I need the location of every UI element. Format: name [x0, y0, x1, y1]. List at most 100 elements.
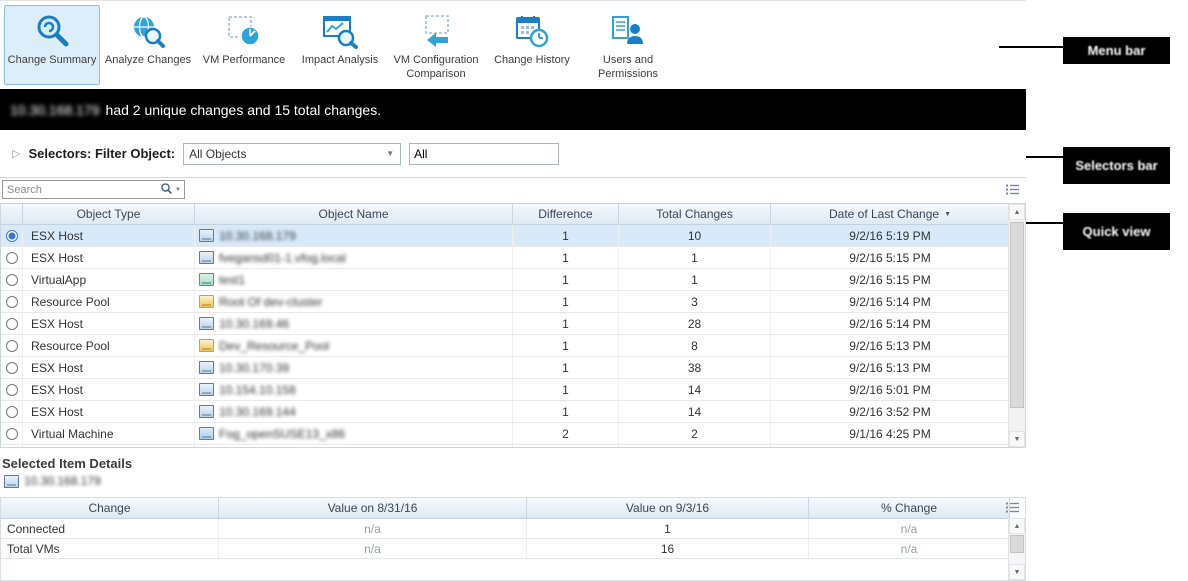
menu-item-change-history[interactable]: Change History	[484, 5, 580, 85]
scroll-up-icon[interactable]: ▲	[1009, 204, 1025, 220]
change-cell: Total VMs	[1, 539, 219, 558]
scroll-down-icon[interactable]: ▼	[1009, 431, 1025, 447]
scroll-up-icon[interactable]: ▲	[1009, 518, 1025, 534]
row-select-cell[interactable]	[1, 247, 23, 268]
difference-cell: 2	[513, 423, 619, 444]
object-name-cell: Fog_openSUSE13_x86	[195, 423, 513, 444]
row-select-cell[interactable]	[1, 225, 23, 246]
quick-view-header: Object Type Object Name Difference Total…	[1, 204, 1010, 225]
column-header-difference[interactable]: Difference	[513, 204, 619, 224]
date-cell: 9/2/16 5:15 PM	[771, 247, 1010, 268]
table-row[interactable]: Resource Pool Dev_Resource_Pool 1 8 9/2/…	[1, 335, 1010, 357]
scrollbar-thumb[interactable]	[1010, 222, 1024, 408]
object-icon	[199, 229, 214, 242]
scroll-down-icon[interactable]: ▼	[1009, 564, 1025, 580]
column-header-total-changes[interactable]: Total Changes	[619, 204, 771, 224]
difference-cell: 1	[513, 313, 619, 334]
details-row[interactable]: Connected n/a 1 n/a	[1, 519, 1010, 539]
difference-cell: 1	[513, 379, 619, 400]
object-name-cell: Dev_Resource_Pool	[195, 335, 513, 356]
search-box[interactable]: ▼	[2, 180, 185, 199]
object-icon	[199, 273, 214, 286]
row-select-radio[interactable]	[6, 318, 18, 330]
menu-item-vm-configuration-comparison[interactable]: VM Configuration Comparison	[388, 5, 484, 85]
date-cell: 9/1/16 3:05 PM	[771, 445, 1010, 448]
row-select-radio[interactable]	[6, 384, 18, 396]
column-header-value-2[interactable]: Value on 9/3/16	[527, 498, 809, 518]
object-type-cell: ESX Host	[23, 313, 195, 334]
table-row[interactable]: VirtualApp test1 1 1 9/2/16 5:15 PM	[1, 269, 1010, 291]
row-select-radio[interactable]	[6, 274, 18, 286]
details-item-name: 10.30.168.179	[24, 474, 101, 488]
column-header-object-type[interactable]: Object Type	[23, 204, 195, 224]
row-select-cell[interactable]	[1, 335, 23, 356]
expander-icon[interactable]: ▷	[12, 147, 20, 160]
column-header-object-name[interactable]: Object Name	[195, 204, 513, 224]
search-icon[interactable]	[160, 182, 173, 198]
table-row[interactable]: ESX Host 10.30.170.39 1 38 9/2/16 5:13 P…	[1, 357, 1010, 379]
row-select-cell[interactable]	[1, 357, 23, 378]
application-window: Change Summary Analyze Changes	[0, 0, 1188, 581]
difference-cell: 1	[513, 225, 619, 246]
callout-label: Quick view	[1083, 224, 1151, 239]
object-icon	[199, 427, 214, 440]
callout-line-menu-bar	[999, 46, 1063, 48]
table-row[interactable]: Resource Pool Root Of dev-cluster 1 3 9/…	[1, 291, 1010, 313]
impact-analysis-icon	[321, 9, 359, 53]
column-header-percent-change[interactable]: % Change	[809, 498, 1010, 518]
callout-label: Selectors bar	[1075, 158, 1157, 173]
object-type-cell: ESX Host	[23, 379, 195, 400]
column-header-change[interactable]: Change	[1, 498, 219, 518]
row-select-cell[interactable]	[1, 445, 23, 448]
table-row[interactable]: ESX Host 10.30.169.144 1 14 9/2/16 3:52 …	[1, 401, 1010, 423]
menu-item-change-summary[interactable]: Change Summary	[4, 5, 100, 85]
total-changes-cell: 14	[619, 379, 771, 400]
details-scrollbar[interactable]: ▲ ▼	[1008, 518, 1025, 580]
change-summary-icon	[33, 9, 71, 53]
menu-item-impact-analysis[interactable]: Impact Analysis	[292, 5, 388, 85]
table-row[interactable]: ESX Host fvegansd01-1.vfog.local 1 1 9/2…	[1, 247, 1010, 269]
menu-item-analyze-changes[interactable]: Analyze Changes	[100, 5, 196, 85]
filter-object-dropdown[interactable]: All Objects ▼	[183, 143, 401, 165]
row-select-radio[interactable]	[6, 428, 18, 440]
object-icon	[199, 251, 214, 264]
row-select-cell[interactable]	[1, 291, 23, 312]
row-select-radio[interactable]	[6, 406, 18, 418]
row-select-cell[interactable]	[1, 423, 23, 444]
date-cell: 9/2/16 5:13 PM	[771, 335, 1010, 356]
row-select-radio[interactable]	[6, 296, 18, 308]
row-select-radio[interactable]	[6, 340, 18, 352]
row-select-radio[interactable]	[6, 362, 18, 374]
quick-view-customize-icon[interactable]	[1006, 183, 1020, 199]
row-select-cell[interactable]	[1, 401, 23, 422]
object-type-cell: ESX Host	[23, 357, 195, 378]
filter-value-input[interactable]	[409, 143, 559, 165]
column-header-date-of-last-change[interactable]: Date of Last Change ▼	[771, 204, 1010, 224]
row-select-cell[interactable]	[1, 313, 23, 334]
row-select-radio[interactable]	[6, 230, 18, 242]
menu-item-vm-performance[interactable]: VM Performance	[196, 5, 292, 85]
object-icon	[199, 383, 214, 396]
search-row: ▼	[0, 178, 1026, 203]
date-cell: 9/2/16 5:14 PM	[771, 291, 1010, 312]
search-input[interactable]	[3, 181, 160, 198]
column-header-value-1[interactable]: Value on 8/31/16	[219, 498, 527, 518]
table-row[interactable]: ESX Host 10.30.168.179 1 10 9/2/16 5:19 …	[1, 225, 1010, 247]
table-row[interactable]: ESX Host 10.154.10.158 1 14 9/2/16 5:01 …	[1, 379, 1010, 401]
row-select-radio[interactable]	[6, 252, 18, 264]
row-select-cell[interactable]	[1, 269, 23, 290]
details-row[interactable]: Total VMs n/a 16 n/a	[1, 539, 1010, 559]
menu-item-users-and-permissions[interactable]: Users and Permissions	[580, 5, 676, 85]
table-row[interactable]: Cluster dev-cluster 0 2 9/1/16 3:05 PM	[1, 445, 1010, 448]
sort-desc-icon: ▼	[944, 211, 951, 218]
table-row[interactable]: Virtual Machine Fog_openSUSE13_x86 2 2 9…	[1, 423, 1010, 445]
search-options-chevron-icon[interactable]: ▼	[175, 187, 181, 193]
object-name-text: fvegansd01-1.vfog.local	[219, 251, 346, 265]
scrollbar-thumb[interactable]	[1010, 535, 1024, 553]
table-row[interactable]: ESX Host 10.30.169.46 1 28 9/2/16 5:14 P…	[1, 313, 1010, 335]
banner-message: had 2 unique changes and 15 total change…	[106, 102, 382, 118]
difference-cell: 1	[513, 291, 619, 312]
details-customize-icon[interactable]	[1006, 501, 1020, 517]
row-select-cell[interactable]	[1, 379, 23, 400]
quick-view-scrollbar[interactable]: ▲ ▼	[1008, 204, 1025, 447]
